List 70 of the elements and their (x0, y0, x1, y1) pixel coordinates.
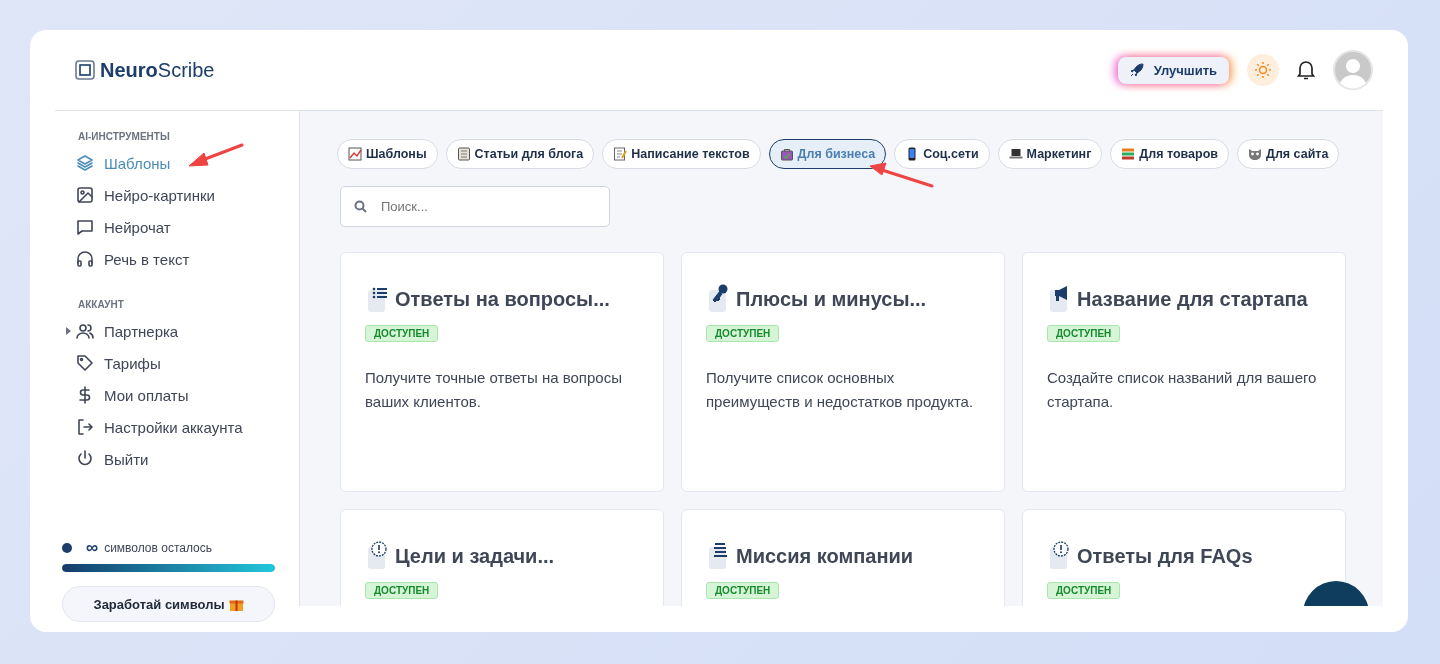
sidebar-item[interactable]: Нейрочат (55, 211, 299, 243)
status-badge: ДОСТУПЕН (1047, 325, 1121, 342)
users-icon (76, 322, 94, 340)
status-badge: ДОСТУПЕН (706, 325, 780, 342)
chat-icon (76, 218, 94, 236)
memo-icon (613, 147, 628, 161)
card-title: Миссия компании (736, 545, 914, 569)
category-tab[interactable]: Шаблоны (337, 139, 438, 169)
rocket-icon (1129, 63, 1144, 77)
template-card[interactable]: Название для стартапа ДОСТУПЕН Создайте список названий для вашего стартапа. (1022, 252, 1346, 492)
caret-icon[interactable] (66, 327, 71, 335)
status-badge: ДОСТУПЕН (365, 325, 439, 342)
card-title: Плюсы и минусы... (736, 288, 927, 312)
template-card[interactable]: Плюсы и минусы... ДОСТУПЕН Получите список основных преимуществ и недостатков продукта. (681, 252, 1005, 492)
template-card[interactable]: Ответы для FAQs ДОСТУПЕН (1022, 509, 1346, 606)
headphones-icon (76, 250, 94, 268)
status-badge: ДОСТУПЕН (706, 582, 780, 599)
bag-icon (779, 147, 794, 161)
sidebar-item[interactable]: Партнерка (55, 315, 299, 347)
status-badge: ДОСТУПЕН (1047, 582, 1121, 599)
notebook-icon (456, 147, 471, 161)
layers-icon (76, 154, 94, 172)
earn-credits-button[interactable]: Заработай символы (62, 586, 275, 622)
template-card[interactable]: Ответы на вопросы... ДОСТУПЕН Получите точные ответы на вопросы ваших клиентов. (340, 252, 664, 492)
card-title: Ответы для FAQs (1077, 545, 1253, 569)
annotation-arrow (188, 143, 244, 167)
brand-name[interactable]: NeuroScribe (100, 58, 215, 82)
theme-toggle[interactable] (1247, 54, 1279, 86)
chart-icon (348, 147, 362, 161)
annotation-arrow (869, 162, 934, 188)
sidebar-item[interactable]: Речь в текст (55, 243, 299, 275)
sidebar-item[interactable]: Нейро-картинки (55, 179, 299, 211)
sidebar-item[interactable]: Шаблоны (55, 147, 299, 179)
section-title: АККАУНТ (77, 299, 125, 310)
sidebar-item[interactable]: Выйти (55, 443, 299, 475)
card-description: Создайте список названий для вашего стартапа. (1047, 368, 1318, 412)
card-title: Название для стартапа (1077, 288, 1308, 312)
books-icon (1121, 147, 1136, 161)
category-tab[interactable]: Соц.сети (894, 139, 990, 169)
logo-icon (75, 60, 95, 80)
mask-icon (1248, 147, 1262, 161)
category-tab[interactable]: Статьи для блога (445, 139, 595, 169)
search-field[interactable]: Поиск... (340, 186, 610, 227)
section-title: AI-ИНСТРУМЕНТЫ (77, 131, 171, 142)
category-tab[interactable]: Для сайта (1237, 139, 1340, 169)
sidebar-item[interactable]: Тарифы (55, 347, 299, 379)
image-icon (76, 186, 94, 204)
card-title: Цели и задачи... (395, 545, 555, 569)
power-icon (76, 450, 94, 468)
status-dot (62, 542, 72, 553)
category-tab[interactable]: Написание текстов (602, 139, 761, 169)
template-card[interactable]: Миссия компании ДОСТУПЕН (681, 509, 1005, 606)
sun-icon (1254, 61, 1272, 79)
sidebar-item[interactable]: Настройки аккаунта (55, 411, 299, 443)
upgrade-button[interactable]: Улучшить (1117, 56, 1229, 84)
card-description: Получите точные ответы на вопросы ваших клиентов. (365, 368, 623, 412)
status-badge: ДОСТУПЕН (365, 582, 439, 599)
template-card[interactable]: Цели и задачи... ДОСТУПЕН (340, 509, 664, 606)
tag-icon (76, 354, 94, 372)
laptop-icon (1008, 147, 1023, 161)
category-tab[interactable]: Для бизнеса (768, 139, 887, 169)
sidebar-item[interactable]: Мои оплаты (55, 379, 299, 411)
credits-amount: ∞ (86, 539, 99, 556)
notification-bell-icon[interactable] (1297, 60, 1315, 80)
logout-icon (76, 418, 94, 436)
card-title: Ответы на вопросы... (395, 288, 610, 312)
credits-label: символов осталось (104, 540, 213, 555)
card-description: Получите список основных преимуществ и недостатков продукта. (706, 368, 975, 412)
category-tab[interactable]: Для товаров (1110, 139, 1229, 169)
category-tab[interactable]: Маркетинг (997, 139, 1103, 169)
